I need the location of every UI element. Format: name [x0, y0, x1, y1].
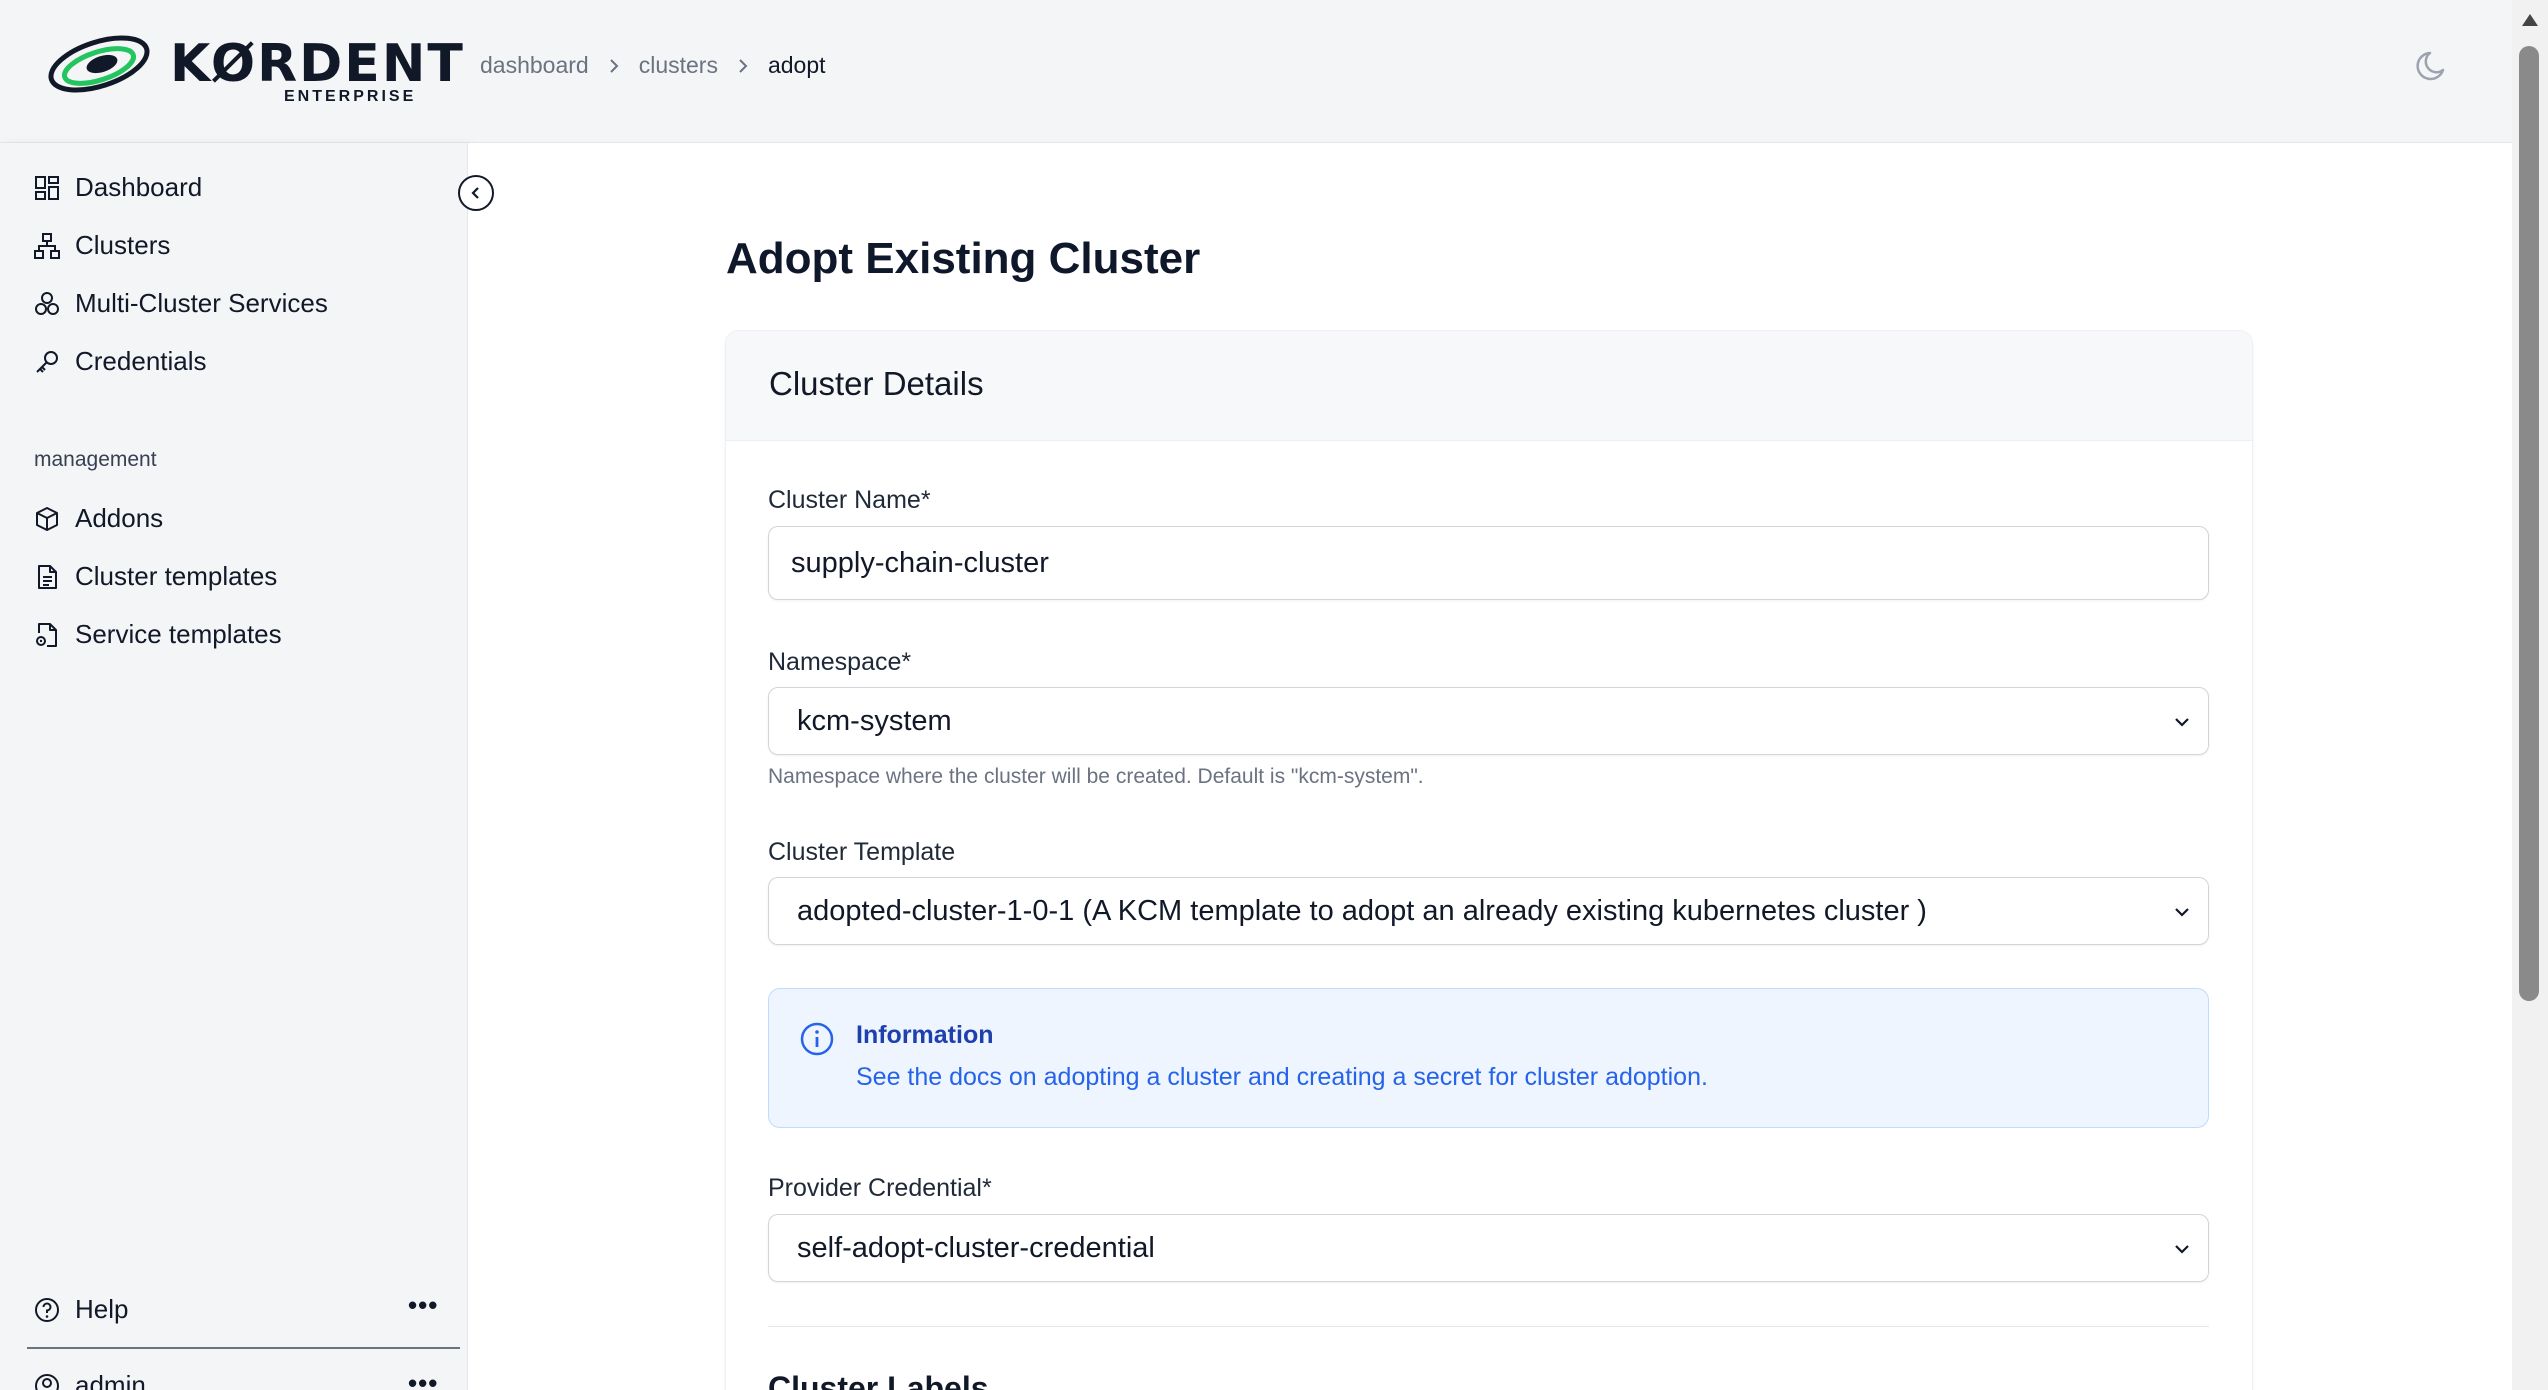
page-title: Adopt Existing Cluster [726, 234, 1201, 283]
creating-secret-link[interactable]: creating a secret for cluster adoption [1297, 1063, 1701, 1091]
cluster-labels-heading: Cluster Labels [768, 1370, 989, 1390]
info-alert: Information See the docs on adopting a c… [768, 988, 2209, 1128]
help-circle-icon [35, 1297, 59, 1322]
sidebar-item-label: Dashboard [75, 172, 203, 202]
orbit-logo-icon [48, 35, 150, 93]
sidebar-item-label: Service templates [75, 619, 282, 649]
breadcrumb: dashboard clusters adopt [480, 52, 826, 79]
sidebar-item-clusters[interactable]: Clusters [33, 230, 170, 261]
sidebar-item-multi-cluster-services[interactable]: Multi-Cluster Services [33, 288, 328, 319]
chevron-down-icon [2175, 1245, 2189, 1254]
user-more-button[interactable]: ••• [408, 1368, 438, 1390]
brand-name: KØRDENT [170, 34, 465, 94]
chevron-right-icon [736, 57, 750, 75]
info-title: Information [856, 1021, 994, 1049]
scrollbar-thumb[interactable] [2519, 46, 2539, 1001]
moon-icon [2416, 51, 2445, 81]
sidebar-item-label: admin [75, 1370, 146, 1390]
info-middle: and [1241, 1063, 1297, 1091]
brand-subtitle: ENTERPRISE [284, 88, 417, 105]
sidebar-item-cluster-templates[interactable]: Cluster templates [33, 561, 277, 592]
namespace-select[interactable]: kcm-system [768, 687, 2209, 755]
section-divider [768, 1326, 2209, 1327]
sidebar-item-user[interactable]: admin [33, 1370, 146, 1390]
sidebar-item-credentials[interactable]: Credentials [33, 346, 207, 377]
adopting-cluster-link[interactable]: adopting a cluster [1044, 1063, 1241, 1091]
info-icon [800, 1022, 834, 1056]
sidebar [0, 143, 468, 1390]
card-header: Cluster Details [726, 331, 2252, 441]
services-icon [35, 291, 59, 315]
file-icon [38, 564, 57, 589]
help-more-button[interactable]: ••• [408, 1290, 438, 1321]
card-title: Cluster Details [769, 365, 984, 402]
cluster-template-label: Cluster Template [768, 838, 956, 866]
cluster-template-select[interactable]: adopted-cluster-1-0-1 (A KCM template to… [768, 877, 2209, 945]
theme-toggle-button[interactable] [2413, 45, 2453, 85]
top-bar: KØRDENT ENTERPRISE dashboard clusters ad… [0, 0, 2512, 143]
sidebar-item-label: Help [75, 1294, 129, 1324]
sidebar-item-dashboard[interactable]: Dashboard [33, 172, 202, 203]
sidebar-section-management: management [34, 448, 157, 471]
brand-logo[interactable]: KØRDENT ENTERPRISE [44, 26, 463, 112]
provider-credential-select[interactable]: self-adopt-cluster-credential [768, 1214, 2209, 1282]
sidebar-item-service-templates[interactable]: Service templates [33, 619, 282, 650]
sidebar-item-label: Credentials [75, 346, 207, 376]
provider-credential-value: self-adopt-cluster-credential [797, 1231, 1155, 1264]
sidebar-item-help[interactable]: Help [33, 1294, 128, 1325]
clusters-icon [34, 232, 60, 259]
dashboard-icon [35, 175, 59, 200]
provider-credential-label: Provider Credential* [768, 1174, 992, 1202]
package-icon [36, 506, 58, 531]
chevron-right-icon [607, 57, 621, 75]
file-gear-icon [36, 622, 57, 647]
cluster-name-input[interactable]: supply-chain-cluster [768, 526, 2209, 600]
collapse-sidebar-button[interactable] [458, 175, 494, 211]
namespace-hint: Namespace where the cluster will be crea… [768, 765, 1424, 788]
sidebar-item-label: Multi-Cluster Services [75, 288, 328, 318]
sidebar-item-label: Clusters [75, 230, 171, 260]
sidebar-item-label: Cluster templates [75, 561, 278, 591]
chevron-down-icon [2175, 908, 2189, 917]
namespace-label: Namespace* [768, 648, 912, 676]
info-prefix: See the docs on [856, 1063, 1044, 1091]
cluster-name-label: Cluster Name* [768, 486, 931, 514]
info-suffix: . [1701, 1063, 1708, 1091]
user-circle-icon [35, 1373, 59, 1390]
cluster-template-value: adopted-cluster-1-0-1 (A KCM template to… [797, 894, 1927, 927]
scroll-up-arrow-icon[interactable] [2522, 14, 2538, 26]
key-icon [36, 350, 58, 373]
sidebar-item-addons[interactable]: Addons [33, 503, 163, 534]
sidebar-item-label: Addons [75, 503, 164, 533]
cluster-name-value: supply-chain-cluster [791, 546, 1049, 579]
sidebar-divider [27, 1347, 460, 1349]
chevron-down-icon [2175, 718, 2189, 727]
breadcrumb-dashboard[interactable]: dashboard [480, 52, 589, 79]
namespace-value: kcm-system [797, 704, 952, 737]
info-text: See the docs on adopting a cluster and c… [856, 1063, 1708, 1092]
breadcrumb-clusters[interactable]: clusters [639, 52, 718, 79]
chevron-left-icon [471, 187, 479, 199]
page-scrollbar[interactable] [2512, 0, 2548, 1390]
breadcrumb-current: adopt [767, 52, 826, 78]
